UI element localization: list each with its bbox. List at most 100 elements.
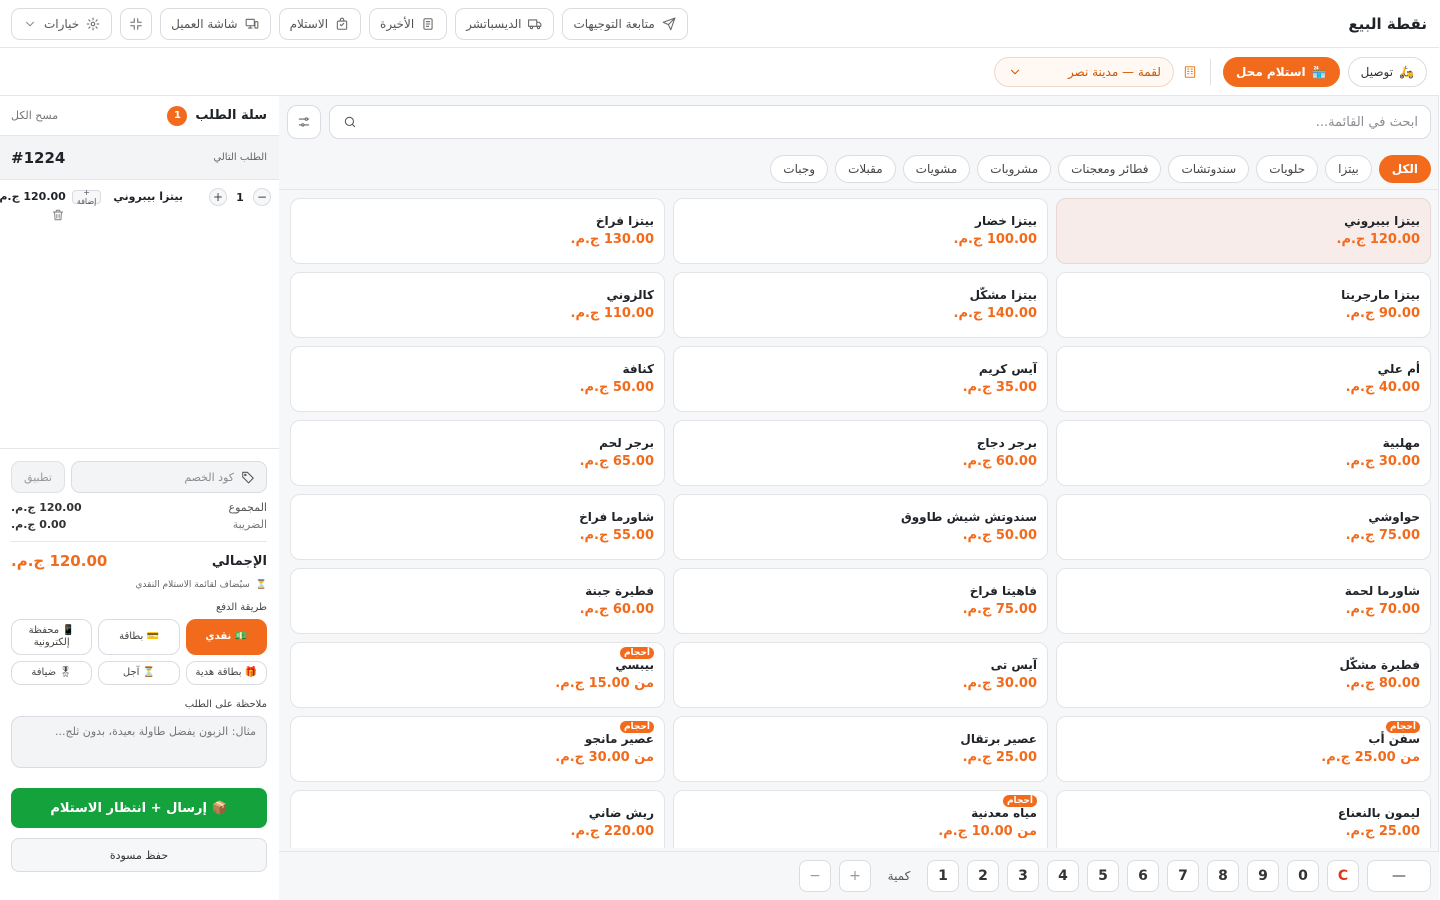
menu-item-card[interactable]: آيس كريم 35.00 ج.م.	[674, 346, 1049, 412]
pay-card-button[interactable]: 💳 بطاقة	[99, 619, 181, 655]
category-tab[interactable]: سندوتشات	[1169, 154, 1251, 183]
pickup-label: استلام محل	[1236, 64, 1307, 79]
options-button[interactable]: خيارات	[12, 7, 114, 40]
add-extra-button[interactable]: + إضافة	[72, 188, 103, 206]
cart-title: سلة الطلب	[196, 108, 268, 123]
pay-giftcard-button[interactable]: 🎁 بطاقة هدية	[186, 661, 268, 685]
category-tab[interactable]: فطائر ومعجنات	[1059, 154, 1163, 183]
menu-item-card[interactable]: كالزوني 110.00 ج.م.	[291, 272, 666, 338]
menu-item-card[interactable]: فاهيتا فراخ 75.00 ج.م.	[674, 568, 1049, 634]
search-input[interactable]	[367, 114, 1419, 130]
category-tab[interactable]: مقبلات	[836, 154, 897, 183]
digit-key[interactable]: 0	[1288, 860, 1320, 892]
quantity-key[interactable]: كمية	[880, 860, 920, 892]
pay-hospitality-button[interactable]: 🎖 ضيافة	[12, 661, 94, 685]
menu-item-name: بيتزا خضار	[976, 214, 1038, 228]
category-tab[interactable]: وجبات	[771, 154, 830, 183]
digit-key[interactable]: 9	[1248, 860, 1280, 892]
category-tab[interactable]: مشويات	[903, 154, 972, 183]
minus-key[interactable]: −	[800, 860, 832, 892]
payment-row-1: 💵 نقدي 💳 بطاقة 📱 محفظة إلكترونية	[12, 619, 268, 655]
menu-item-card[interactable]: برجر دجاج 60.00 ج.م.	[674, 420, 1049, 486]
follow-directions-button[interactable]: متابعة التوجيهات	[563, 7, 689, 40]
increase-qty-button[interactable]: +	[210, 188, 228, 206]
menu-item-name: شاورما لحمة	[1345, 584, 1421, 598]
pickup-queue-button[interactable]: الاستلام	[279, 7, 363, 40]
pay-deferred-button[interactable]: ⏳ آجل	[99, 661, 181, 685]
pay-cash-button[interactable]: 💵 نقدي	[186, 619, 268, 655]
digit-key[interactable]: 2	[968, 860, 1000, 892]
menu-item-name: فطيرة مشكّل	[1340, 658, 1421, 672]
hourglass-icon: ⏳	[256, 580, 268, 590]
menu-item-price: 120.00 ج.م.	[1337, 232, 1421, 247]
send-and-wait-button[interactable]: 📦 إرسال + انتظار الاستلام	[12, 788, 268, 828]
send-icon	[662, 16, 678, 32]
discount-code-input[interactable]	[83, 470, 235, 484]
category-tab[interactable]: مشروبات	[978, 154, 1053, 183]
menu-item-name: آيس تى	[991, 658, 1038, 672]
clear-key[interactable]: C	[1328, 860, 1360, 892]
pay-ewallet-button[interactable]: 📱 محفظة إلكترونية	[12, 619, 94, 655]
menu-item-price: 40.00 ج.م.	[1346, 380, 1421, 395]
chevron-down-icon	[1008, 64, 1024, 80]
customer-screen-button[interactable]: شاشة العميل	[161, 7, 272, 40]
menu-item-card[interactable]: شاورما فراخ 55.00 ج.م.	[291, 494, 666, 560]
dispatcher-button[interactable]: الديسباتشر	[456, 7, 556, 40]
menu-item-card[interactable]: برجر لحم 65.00 ج.م.	[291, 420, 666, 486]
category-tab[interactable]: بيتزا	[1326, 154, 1373, 183]
trash-icon[interactable]	[51, 207, 67, 223]
digit-key[interactable]: 6	[1128, 860, 1160, 892]
menu-item-card[interactable]: أحجام سفن أب من 25.00 ج.م.	[1057, 716, 1432, 782]
menu-item-card[interactable]: بيتزا بيبروني 120.00 ج.م.	[1057, 198, 1432, 264]
search-icon	[343, 114, 359, 130]
backspace-key[interactable]: —	[1368, 860, 1432, 892]
menu-item-card[interactable]: بيتزا مارجريتا 90.00 ج.م.	[1057, 272, 1432, 338]
menu-area: الكلبيتزاحلوياتسندوتشاتفطائر ومعجناتمشرو…	[280, 96, 1440, 900]
menu-item-card[interactable]: ريش ضاني 220.00 ج.م.	[291, 790, 666, 848]
menu-item-card[interactable]: حواوشي 75.00 ج.م.	[1057, 494, 1432, 560]
menu-item-price: 65.00 ج.م.	[580, 454, 655, 469]
category-tab[interactable]: حلويات	[1257, 154, 1320, 183]
order-note-field[interactable]	[12, 716, 268, 768]
delivery-toggle[interactable]: 🛵 توصيل	[1348, 56, 1428, 87]
menu-item-card[interactable]: أحجام مياه معدنية من 10.00 ج.م.	[674, 790, 1049, 848]
menu-item-card[interactable]: أم علي 40.00 ج.م.	[1057, 346, 1432, 412]
menu-item-price: 140.00 ج.م.	[954, 306, 1038, 321]
menu-item-card[interactable]: فطيرة مشكّل 80.00 ج.م.	[1057, 642, 1432, 708]
branch-select[interactable]: لقمة — مدينة نصر	[994, 56, 1175, 87]
menu-item-card[interactable]: سندوتش شيش طاووق 50.00 ج.م.	[674, 494, 1049, 560]
menu-item-card[interactable]: مهلبية 30.00 ج.م.	[1057, 420, 1432, 486]
menu-item-card[interactable]: أحجام عصير مانجو من 30.00 ج.م.	[291, 716, 666, 782]
menu-item-card[interactable]: ليمون بالنعناع 25.00 ج.م.	[1057, 790, 1432, 848]
chevron-down-icon	[23, 16, 39, 32]
menu-item-card[interactable]: آيس تى 30.00 ج.م.	[674, 642, 1049, 708]
menu-item-price: 75.00 ج.م.	[963, 602, 1038, 617]
digit-key[interactable]: 1	[928, 860, 960, 892]
menu-item-card[interactable]: عصير برتقال 25.00 ج.م.	[674, 716, 1049, 782]
category-tabs: الكل بيتزا حلويات سندوتشات فطائر ومعجنات مشرو…	[280, 148, 1440, 190]
digit-key[interactable]: 4	[1048, 860, 1080, 892]
digit-key[interactable]: 3	[1008, 860, 1040, 892]
clear-all-button[interactable]: مسح الكل	[12, 109, 59, 122]
fullscreen-button[interactable]	[121, 7, 154, 40]
menu-item-card[interactable]: أحجام بيبسي من 15.00 ج.م.	[291, 642, 666, 708]
menu-item-card[interactable]: كنافة 50.00 ج.م.	[291, 346, 666, 412]
menu-item-card[interactable]: بيتزا خضار 100.00 ج.م.	[674, 198, 1049, 264]
digit-key[interactable]: 8	[1208, 860, 1240, 892]
menu-item-card[interactable]: شاورما لحمة 70.00 ج.م.	[1057, 568, 1432, 634]
filter-button[interactable]	[288, 105, 322, 139]
pickup-toggle[interactable]: 🏪 استلام محل	[1223, 56, 1341, 87]
save-draft-button[interactable]: حفظ مسودة	[12, 838, 268, 872]
decrease-qty-button[interactable]: −	[254, 188, 272, 206]
category-tab[interactable]: الكل	[1379, 154, 1432, 183]
menu-item-name: عصير مانجو	[585, 732, 655, 746]
payment-row-2: 🎁 بطاقة هدية ⏳ آجل 🎖 ضيافة	[12, 661, 268, 685]
menu-item-card[interactable]: بيتزا مشكّل 140.00 ج.م.	[674, 272, 1049, 338]
digit-key[interactable]: 5	[1088, 860, 1120, 892]
menu-item-card[interactable]: بيتزا فراخ 130.00 ج.م.	[291, 198, 666, 264]
recent-button[interactable]: الأخيرة	[370, 7, 449, 40]
plus-key[interactable]: +	[840, 860, 872, 892]
apply-discount-button[interactable]: تطبيق	[12, 461, 66, 493]
menu-item-card[interactable]: فطيرة جبنة 60.00 ج.م.	[291, 568, 666, 634]
digit-key[interactable]: 7	[1168, 860, 1200, 892]
